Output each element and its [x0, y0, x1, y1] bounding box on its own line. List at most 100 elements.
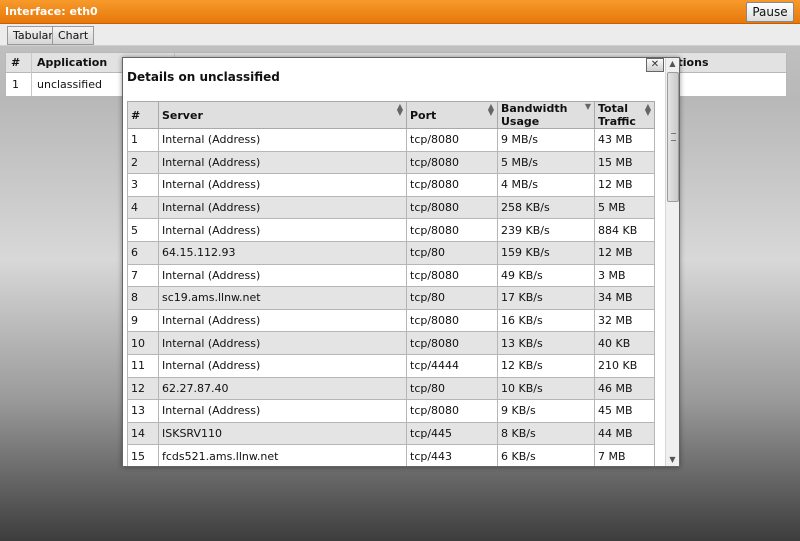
- scroll-thumb[interactable]: [667, 72, 679, 202]
- cell-num: 4: [127, 195, 159, 220]
- table-row[interactable]: 2 Internal (Address) tcp/8080 5 MB/s 15 MB: [127, 150, 655, 175]
- cell-traffic: 44 MB: [594, 421, 655, 446]
- column-divider: [31, 53, 32, 96]
- sort-icon: ▲ ▼: [487, 102, 494, 117]
- cell-num: 7: [127, 263, 159, 288]
- cell-num: 13: [127, 399, 159, 423]
- cell-port: tcp/8080: [406, 399, 498, 423]
- cell-num: 12: [127, 376, 159, 401]
- cell-bandwidth: 5 MB/s: [497, 150, 595, 175]
- table-row[interactable]: 3 Internal (Address) tcp/8080 4 MB/s 12 MB: [127, 173, 655, 197]
- cell-port: tcp/8080: [406, 173, 498, 197]
- dialog-title: Details on unclassified: [127, 70, 280, 84]
- cell-num: 3: [127, 173, 159, 197]
- cell-num: 1: [127, 128, 159, 152]
- cell-server: Internal (Address): [158, 218, 407, 242]
- table-row[interactable]: 8 sc19.ams.llnw.net tcp/80 17 KB/s 34 MB: [127, 286, 655, 310]
- cell-bandwidth: 10 KB/s: [497, 376, 595, 401]
- scroll-down-icon[interactable]: ▼: [666, 454, 679, 466]
- tab-chart[interactable]: Chart: [52, 26, 95, 45]
- cell-server: ISKSRV110: [158, 421, 407, 446]
- cell-bandwidth: 13 KB/s: [497, 331, 595, 355]
- cell-server: Internal (Address): [158, 263, 407, 288]
- interface-title: Interface: eth0: [5, 5, 98, 18]
- cell-traffic: 12 MB: [594, 240, 655, 265]
- cell-port: tcp/80: [406, 240, 498, 265]
- tab-bar: Tabular Chart: [0, 24, 800, 46]
- table-row[interactable]: 13 Internal (Address) tcp/8080 9 KB/s 45 MB: [127, 399, 655, 423]
- cell-port: tcp/8080: [406, 331, 498, 355]
- window-titlebar: Interface: eth0 Pause: [0, 0, 800, 24]
- cell-traffic: 32 MB: [594, 308, 655, 333]
- table-row[interactable]: 15 fcds521.ams.llnw.net tcp/443 6 KB/s 7 MB: [127, 444, 655, 466]
- cell-server: Internal (Address): [158, 195, 407, 220]
- table-row[interactable]: 9 Internal (Address) tcp/8080 16 KB/s 32 MB: [127, 308, 655, 333]
- cell-bandwidth: 258 KB/s: [497, 195, 595, 220]
- cell-bandwidth: 49 KB/s: [497, 263, 595, 288]
- cell-num: 11: [127, 353, 159, 378]
- cell-traffic: 34 MB: [594, 286, 655, 310]
- cell-port: tcp/8080: [406, 128, 498, 152]
- table-row[interactable]: 4 Internal (Address) tcp/8080 258 KB/s 5 MB: [127, 195, 655, 220]
- cell-traffic: 12 MB: [594, 173, 655, 197]
- cell-server: Internal (Address): [158, 128, 407, 152]
- cell-bandwidth: 12 KB/s: [497, 353, 595, 378]
- cell-traffic: 210 KB: [594, 353, 655, 378]
- cell-bandwidth: 4 MB/s: [497, 173, 595, 197]
- cell-bandwidth: 159 KB/s: [497, 240, 595, 265]
- row-num: 1: [12, 78, 19, 91]
- cell-traffic: 40 KB: [594, 331, 655, 355]
- cell-traffic: 15 MB: [594, 150, 655, 175]
- cell-bandwidth: 6 KB/s: [497, 444, 595, 466]
- cell-server: Internal (Address): [158, 308, 407, 333]
- cell-bandwidth: 9 KB/s: [497, 399, 595, 423]
- col-header-num[interactable]: #: [11, 56, 20, 69]
- col-header-num[interactable]: #: [127, 101, 159, 129]
- table-row[interactable]: 6 64.15.112.93 tcp/80 159 KB/s 12 MB: [127, 240, 655, 265]
- cell-port: tcp/80: [406, 376, 498, 401]
- cell-bandwidth: 239 KB/s: [497, 218, 595, 242]
- table-row[interactable]: 1 Internal (Address) tcp/8080 9 MB/s 43 MB: [127, 128, 655, 152]
- col-header-bandwidth[interactable]: Bandwidth Usage ▼: [497, 101, 595, 129]
- cell-server: Internal (Address): [158, 173, 407, 197]
- cell-server: Internal (Address): [158, 150, 407, 175]
- cell-num: 15: [127, 444, 159, 466]
- sort-icon: ▲ ▼: [644, 102, 651, 117]
- cell-server: Internal (Address): [158, 353, 407, 378]
- cell-port: tcp/80: [406, 286, 498, 310]
- cell-num: 9: [127, 308, 159, 333]
- cell-traffic: 7 MB: [594, 444, 655, 466]
- cell-traffic: 5 MB: [594, 195, 655, 220]
- cell-port: tcp/443: [406, 444, 498, 466]
- table-row[interactable]: 12 62.27.87.40 tcp/80 10 KB/s 46 MB: [127, 376, 655, 401]
- sort-icon: ▲ ▼: [396, 102, 403, 117]
- details-table: # Server ▲ ▼ Port ▲ ▼ Bandwidth Usage ▼ Total…: [127, 101, 655, 466]
- cell-port: tcp/4444: [406, 353, 498, 378]
- col-header-application[interactable]: Application: [37, 56, 107, 69]
- col-header-traffic[interactable]: Total Traffic ▲ ▼: [594, 101, 655, 129]
- table-row[interactable]: 14 ISKSRV110 tcp/445 8 KB/s 44 MB: [127, 421, 655, 446]
- table-row[interactable]: 5 Internal (Address) tcp/8080 239 KB/s 884 K…: [127, 218, 655, 242]
- scroll-up-icon[interactable]: ▲: [666, 58, 679, 70]
- table-row[interactable]: 10 Internal (Address) tcp/8080 13 KB/s 40 KB: [127, 331, 655, 355]
- row-application[interactable]: unclassified: [37, 78, 102, 91]
- dialog-scrollbar[interactable]: ▲ ▼: [665, 58, 679, 466]
- grip-icon: [671, 133, 676, 141]
- table-row[interactable]: 7 Internal (Address) tcp/8080 49 KB/s 3 MB: [127, 263, 655, 288]
- pause-button[interactable]: Pause: [746, 2, 794, 22]
- cell-port: tcp/8080: [406, 308, 498, 333]
- cell-port: tcp/8080: [406, 195, 498, 220]
- details-dialog: Details on unclassified ✕ # Server ▲ ▼ Por…: [122, 57, 680, 467]
- cell-port: tcp/445: [406, 421, 498, 446]
- cell-server: fcds521.ams.llnw.net: [158, 444, 407, 466]
- cell-server: 62.27.87.40: [158, 376, 407, 401]
- close-icon[interactable]: ✕: [646, 58, 664, 72]
- cell-server: sc19.ams.llnw.net: [158, 286, 407, 310]
- cell-num: 2: [127, 150, 159, 175]
- col-header-port[interactable]: Port ▲ ▼: [406, 101, 498, 129]
- cell-server: Internal (Address): [158, 331, 407, 355]
- cell-traffic: 45 MB: [594, 399, 655, 423]
- table-row[interactable]: 11 Internal (Address) tcp/4444 12 KB/s 210 K…: [127, 353, 655, 378]
- cell-bandwidth: 9 MB/s: [497, 128, 595, 152]
- col-header-server[interactable]: Server ▲ ▼: [158, 101, 407, 129]
